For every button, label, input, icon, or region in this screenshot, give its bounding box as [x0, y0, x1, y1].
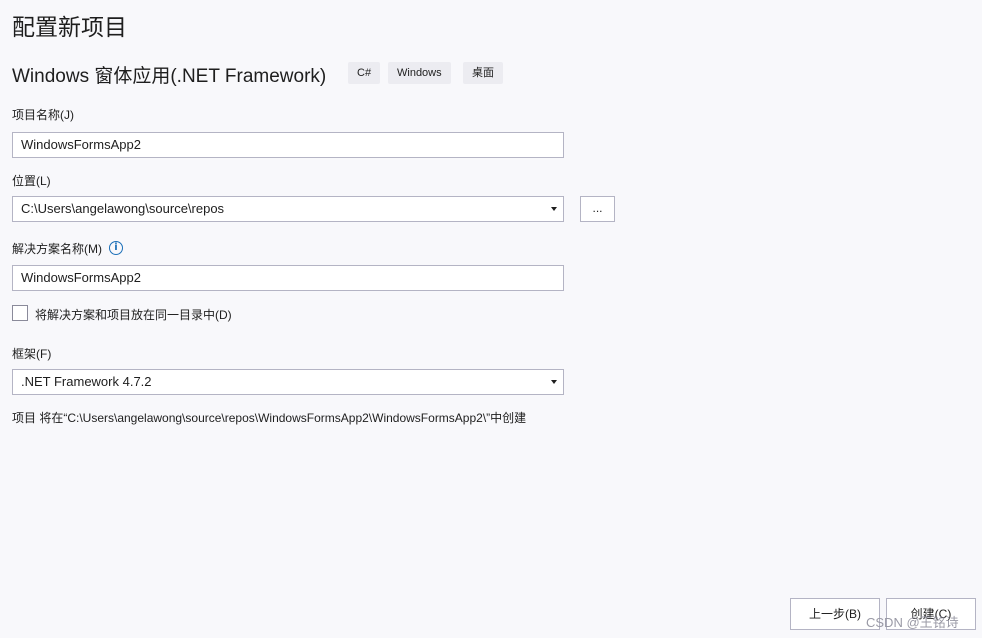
tag-windows: Windows [388, 62, 451, 84]
framework-label: 框架(F) [12, 347, 52, 361]
template-name: Windows 窗体应用(.NET Framework) [12, 66, 327, 87]
tag-csharp: C# [348, 62, 381, 84]
chevron-down-icon [551, 380, 557, 384]
watermark: CSDN @王铭诗 [866, 615, 959, 630]
tag-desktop: 桌面 [463, 62, 503, 84]
framework-dropdown[interactable]: .NET Framework 4.7.2 [12, 369, 564, 395]
solution-name-input[interactable]: WindowsFormsApp2 [12, 265, 564, 291]
location-dropdown[interactable]: C:\Users\angelawong\source\repos [12, 196, 564, 222]
location-value: C:\Users\angelawong\source\repos [21, 201, 225, 216]
project-name-label: 项目名称(J) [12, 108, 74, 122]
project-path-note: 项目 将在“C:\Users\angelawong\source\repos\W… [12, 411, 527, 425]
chevron-down-icon [551, 207, 557, 211]
page-title: 配置新项目 [12, 14, 127, 40]
framework-value: .NET Framework 4.7.2 [21, 374, 152, 389]
project-name-input[interactable]: WindowsFormsApp2 [12, 132, 564, 158]
browse-button[interactable]: ... [580, 196, 615, 222]
info-icon[interactable]: i [109, 241, 123, 255]
solution-name-label: 解决方案名称(M) [12, 242, 102, 256]
same-directory-label[interactable]: 将解决方案和项目放在同一目录中(D) [35, 306, 232, 323]
same-directory-checkbox[interactable] [12, 305, 28, 321]
location-label: 位置(L) [12, 174, 51, 188]
